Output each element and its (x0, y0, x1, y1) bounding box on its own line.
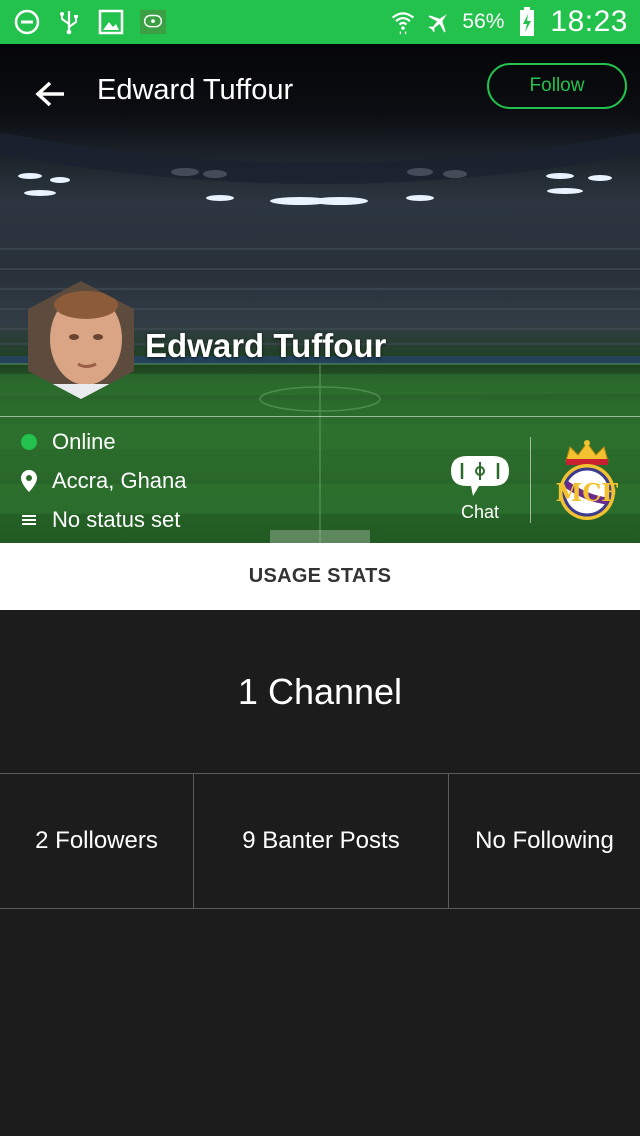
wifi-icon (390, 9, 416, 35)
chat-bubble-icon (451, 456, 509, 496)
page-title: Edward Tuffour (97, 74, 294, 106)
battery-charging-icon (514, 7, 540, 36)
club-crest-icon[interactable]: MCF (556, 439, 618, 521)
divider (0, 416, 640, 417)
app-notification-icon (140, 9, 166, 35)
gallery-icon (98, 9, 124, 35)
online-status-label: Online (52, 429, 116, 454)
battery-percent: 56% (462, 10, 505, 33)
channel-count[interactable]: 1 Channel (0, 610, 640, 773)
follow-button[interactable]: Follow (487, 63, 627, 109)
back-button[interactable] (30, 74, 70, 114)
following-count[interactable]: No Following (448, 774, 640, 908)
avatar (26, 279, 136, 401)
followers-count[interactable]: 2 Followers (0, 774, 193, 908)
status-text-label: No status set (52, 507, 181, 532)
chat-label: Chat (460, 502, 500, 522)
divider-vertical (530, 437, 531, 523)
airplane-icon (426, 9, 452, 35)
status-text: No status set (18, 507, 180, 533)
location-label: Accra, Ghana (52, 468, 187, 493)
usage-stats-header: USAGE STATS (0, 543, 640, 610)
online-dot-icon (18, 431, 40, 453)
do-not-disturb-icon (14, 9, 40, 35)
profile-name: Edward Tuffour (145, 327, 387, 364)
banter-posts-count[interactable]: 9 Banter Posts (193, 774, 448, 908)
clock: 18:23 (550, 5, 628, 38)
location: Accra, Ghana (18, 468, 187, 494)
profile-hero: Edward Tuffour Follow Edward Tuffour Onl… (0, 44, 640, 543)
status-bar: 56% 18:23 (0, 0, 640, 44)
stats-row: 2 Followers 9 Banter Posts No Following (0, 773, 640, 909)
arrow-back-icon (35, 81, 64, 107)
location-pin-icon (18, 470, 40, 492)
usb-icon (56, 9, 82, 35)
menu-lines-icon (18, 509, 40, 531)
online-status: Online (18, 429, 116, 455)
svg-text:MCF: MCF (556, 478, 618, 507)
chat-button[interactable]: Chat (448, 454, 512, 523)
